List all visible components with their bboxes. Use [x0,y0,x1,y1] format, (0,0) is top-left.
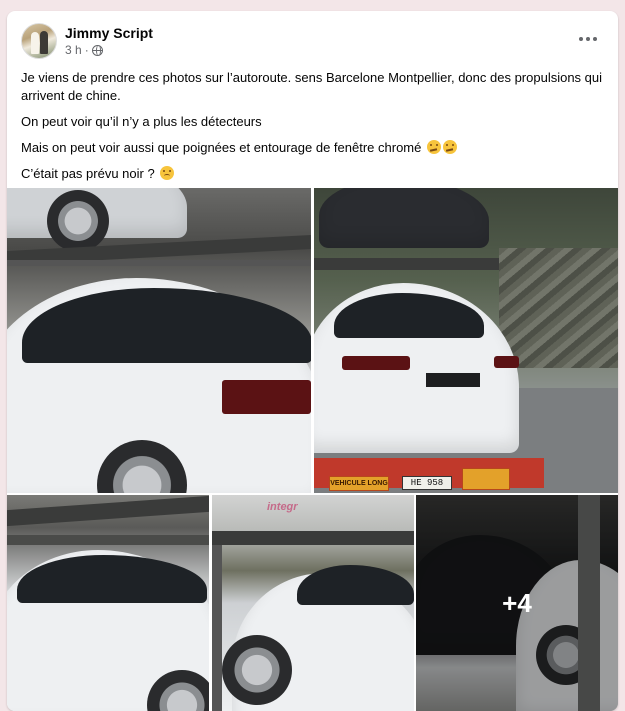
sad-face-icon [160,166,175,180]
post-paragraph: Je viens de prendre ces photos sur l’aut… [21,70,603,103]
post-paragraph: Mais on peut voir aussi que poignées et … [21,139,607,157]
post-paragraph: C’était pas prévu noir ? [21,165,607,183]
photo-4[interactable]: integr [212,495,414,711]
warning-sign [462,468,510,490]
dot-icon [579,37,583,41]
post-meta: 3 h · [65,43,103,57]
more-photos-overlay[interactable]: +4 [416,495,618,711]
wheel [47,190,109,252]
license-plate: HE 958 [402,476,452,490]
avatar[interactable] [21,23,57,59]
carrier-rack [314,258,499,270]
carrier-rack [7,495,209,527]
author-name[interactable]: Jimmy Script [65,25,153,41]
dot-icon [593,37,597,41]
post-text: Je viens de prendre ces photos sur l’aut… [21,69,607,191]
rock-wall [499,248,618,368]
plate-holder [426,373,480,387]
photo-5[interactable]: +4 [416,495,618,711]
thinking-face-icon [443,140,457,154]
carrier-rack [212,531,414,545]
photo-3[interactable] [7,495,209,711]
dot-icon [586,37,590,41]
post-card: Jimmy Script 3 h · Je viens de prendre c… [7,11,618,711]
tail-light [494,356,519,368]
post-time[interactable]: 3 h [65,43,82,57]
carrier-post [212,545,222,711]
post-header: Jimmy Script 3 h · [7,11,618,69]
globe-icon [91,44,103,56]
meta-separator: · [84,43,89,57]
post-paragraph: On peut voir qu’il n’y a plus les détect… [21,114,262,129]
photo-1[interactable] [7,188,311,493]
trailer-brand: integr [267,501,298,513]
carrier-rack [7,260,311,266]
carrier-rack [7,535,209,545]
car-window [297,565,414,605]
dark-car-upper [319,188,489,248]
photo-grid: VEHICULE LONG HE 958 integr +4 [7,188,618,711]
photo-2[interactable]: VEHICULE LONG HE 958 [314,188,618,493]
tail-light [222,380,311,414]
thinking-face-icon [427,140,441,154]
more-options-button[interactable] [573,29,603,49]
tail-light [342,356,410,370]
wheel [222,635,292,705]
long-vehicle-sign: VEHICULE LONG [329,476,389,491]
